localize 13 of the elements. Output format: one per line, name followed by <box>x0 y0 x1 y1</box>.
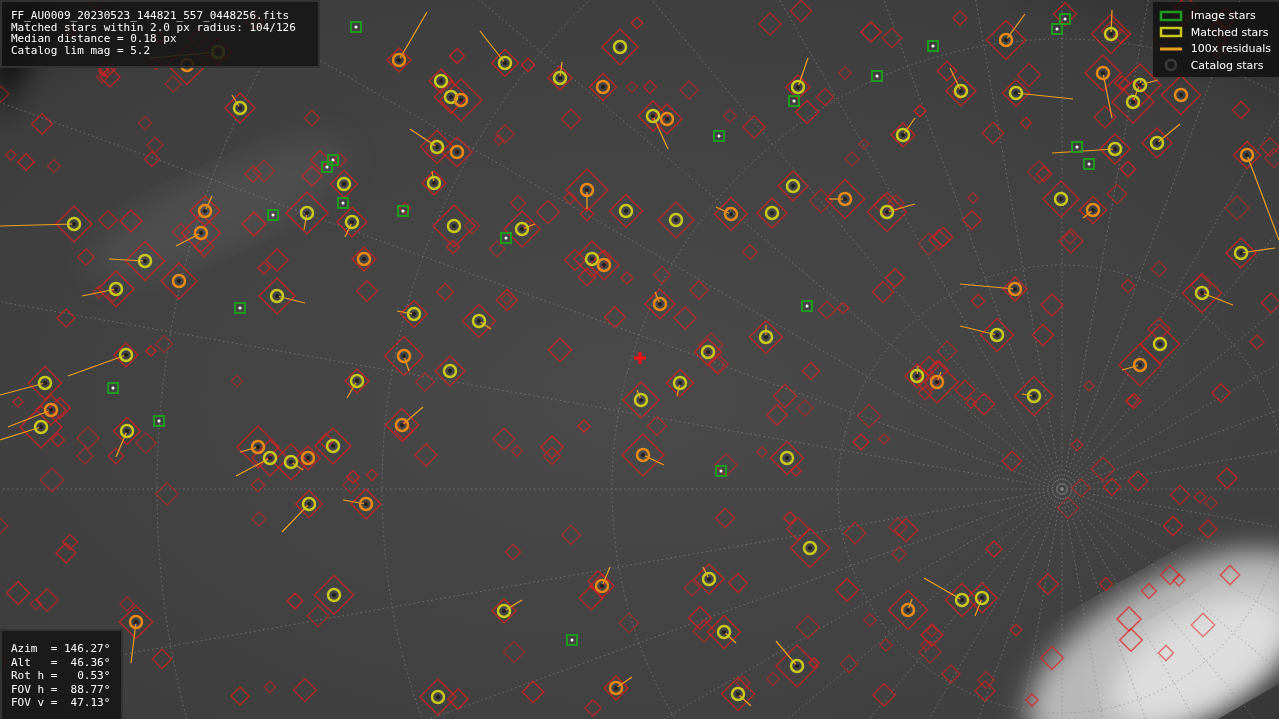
info-text: Azim = 146.27° <box>11 642 111 656</box>
info-text: FOV h = 88.77° <box>11 682 111 696</box>
info-text: Alt = 46.36° <box>11 655 111 669</box>
info-text: Rot h = 0.53° <box>11 669 111 683</box>
legend-label: Matched stars <box>1190 25 1269 39</box>
legend-label: Image stars <box>1190 9 1256 23</box>
info-text: Matched stars within 2.0 px radius: 104/126 <box>11 21 297 33</box>
legend-label: 100x residuals <box>1190 42 1271 56</box>
info-text: FF_AU0009_20230523_144821_557_0448256.fits <box>11 10 291 22</box>
legend-label: Catalog stars <box>1190 58 1264 72</box>
info-text: Catalog lim mag = 5.2 <box>11 44 152 56</box>
info-text: FOV v = 47.13° <box>11 696 111 710</box>
info-text: Median distance = 0.18 px <box>11 33 177 45</box>
